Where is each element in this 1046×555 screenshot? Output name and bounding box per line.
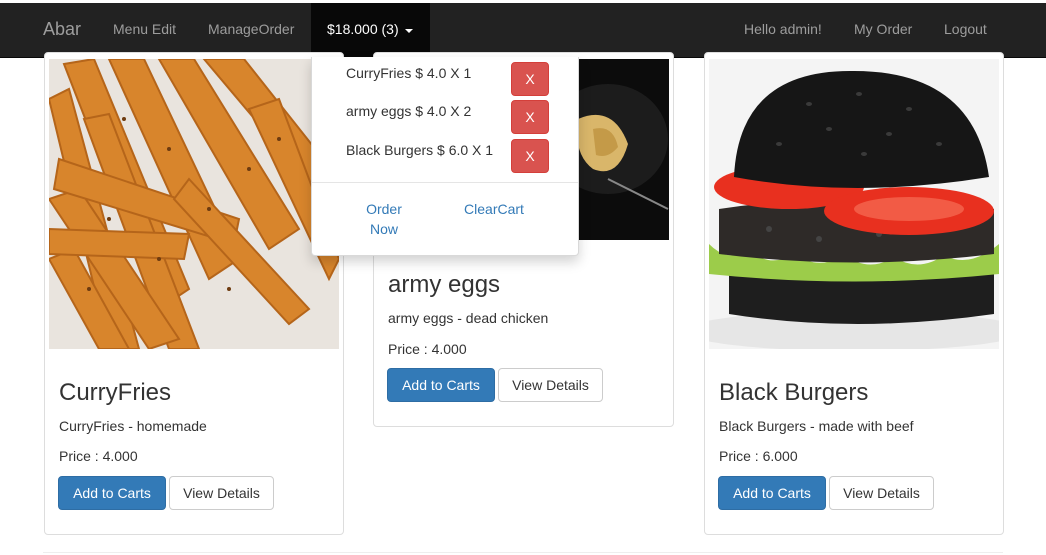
product-price: Price : 4.000 xyxy=(59,448,138,464)
product-title: army eggs xyxy=(388,271,501,298)
add-to-cart-button[interactable]: Add to Carts xyxy=(387,368,495,402)
product-image-curryfries xyxy=(49,59,339,349)
cart-dropdown-toggle[interactable]: $18.000 (3) xyxy=(311,3,430,57)
product-card-curryfries: CurryFries CurryFries - homemade Price :… xyxy=(44,52,344,535)
nav-logout[interactable]: Logout xyxy=(944,21,987,37)
brand-logo[interactable]: Abar xyxy=(43,19,81,40)
remove-item-button[interactable]: X xyxy=(511,62,549,96)
nav-menu-edit[interactable]: Menu Edit xyxy=(113,21,176,37)
footer-divider xyxy=(43,552,1003,553)
clear-cart-link[interactable]: ClearCart xyxy=(462,199,526,219)
dropdown-divider xyxy=(312,182,578,183)
product-description: army eggs - dead chicken xyxy=(388,310,549,326)
caret-down-icon xyxy=(405,29,413,33)
top-navbar: Abar Menu Edit ManageOrder $18.000 (3) H… xyxy=(0,0,1046,58)
order-now-link[interactable]: Order Now xyxy=(360,199,408,239)
nav-my-order[interactable]: My Order xyxy=(854,21,912,37)
product-card-black-burgers: Black Burgers Black Burgers - made with … xyxy=(704,52,1004,535)
cart-item-text: CurryFries $ 4.0 X 1 xyxy=(346,65,472,81)
view-details-button[interactable]: View Details xyxy=(829,476,934,510)
cart-item-text: Black Burgers $ 6.0 X 1 xyxy=(346,142,494,158)
add-to-cart-button[interactable]: Add to Carts xyxy=(58,476,166,510)
view-details-button[interactable]: View Details xyxy=(498,368,603,402)
remove-item-button[interactable]: X xyxy=(511,139,549,173)
view-details-button[interactable]: View Details xyxy=(169,476,274,510)
add-to-cart-button[interactable]: Add to Carts xyxy=(718,476,826,510)
cart-dropdown-menu: CurryFries $ 4.0 X 1 X army eggs $ 4.0 X… xyxy=(311,57,579,256)
product-description: Black Burgers - made with beef xyxy=(719,418,914,434)
product-title: Black Burgers xyxy=(719,379,869,406)
product-price: Price : 4.000 xyxy=(388,341,467,357)
product-image-black-burgers xyxy=(709,59,999,349)
user-greeting: Hello admin! xyxy=(744,21,822,37)
product-description: CurryFries - homemade xyxy=(59,418,207,434)
remove-item-button[interactable]: X xyxy=(511,100,549,134)
product-title: CurryFries xyxy=(59,379,171,406)
product-price: Price : 6.000 xyxy=(719,448,798,464)
cart-item-text: army eggs $ 4.0 X 2 xyxy=(346,103,472,119)
nav-manage-order[interactable]: ManageOrder xyxy=(208,21,294,37)
cart-total-label: $18.000 (3) xyxy=(327,21,399,37)
